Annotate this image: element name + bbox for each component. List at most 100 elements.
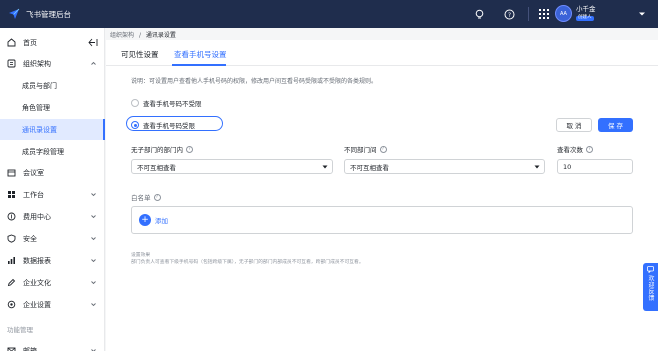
sidebar-item-roles[interactable]: 角色管理 <box>0 97 105 118</box>
whitelist-box: + 添加 <box>131 206 633 234</box>
sidebar-item-mail[interactable]: 邮箱 <box>0 340 105 351</box>
field-label-text: 白名单 <box>131 194 151 202</box>
chevron-down-icon <box>91 237 96 241</box>
add-label: 添加 <box>155 217 168 225</box>
plus-icon: + <box>139 214 151 226</box>
chevron-up-icon <box>91 61 96 65</box>
feishu-logo-icon <box>9 8 20 19</box>
chevron-down-icon <box>91 303 96 307</box>
radio-button <box>131 121 139 129</box>
user-role-badge: 创建人 <box>576 15 594 22</box>
cancel-button[interactable]: 取 消 <box>556 118 592 132</box>
field-label-text: 不同部门间 <box>344 146 377 154</box>
sidebar-item-label: 通讯录设置 <box>22 125 57 134</box>
caret-down-icon <box>534 165 540 169</box>
chevron-down-icon <box>91 259 96 263</box>
view-count-input[interactable]: 10 <box>557 159 633 174</box>
gear-icon <box>7 300 16 309</box>
lightbulb-icon[interactable] <box>472 7 486 21</box>
sidebar: 首页 组织架构 成员与部门 角色管理 通讯录设置 成员字段管理 会议室 工作台 … <box>0 28 105 351</box>
bar-chart-icon <box>7 256 16 265</box>
same-dept-select[interactable]: 不可互相查看 <box>131 159 333 174</box>
nav-group-label: 功能管理 <box>7 326 33 334</box>
field-label-text: 无子部门的部门内 <box>131 146 183 154</box>
radio-label: 查看手机号码受限 <box>143 122 195 130</box>
sidebar-item-culture[interactable]: 企业文化 <box>0 272 105 293</box>
question-icon[interactable]: ? <box>379 145 387 153</box>
sidebar-item-security[interactable]: 安全 <box>0 228 105 249</box>
sidebar-item-label: 首页 <box>23 38 37 47</box>
input-value: 10 <box>563 162 572 171</box>
diff-dept-label: 不同部门间 ? <box>344 144 387 154</box>
message-icon <box>647 266 654 273</box>
sidebar-item-label: 成员字段管理 <box>22 147 64 156</box>
sidebar-item-label: 组织架构 <box>23 59 51 68</box>
breadcrumb-current: 通讯录设置 <box>145 32 176 39</box>
collapse-sidebar-icon[interactable] <box>88 38 98 47</box>
radio-button <box>131 99 139 107</box>
sidebar-item-settings[interactable]: 企业设置 <box>0 294 105 315</box>
diff-dept-select[interactable]: 不可互相查看 <box>344 159 545 174</box>
add-whitelist-button[interactable]: + 添加 <box>139 214 168 226</box>
breadcrumb-separator: / <box>138 32 141 39</box>
question-icon[interactable]: ? <box>586 145 593 153</box>
whitelist-label: 白名单 ? <box>131 192 161 202</box>
view-count-label: 查看次数 ? <box>557 144 593 154</box>
sidebar-item-expense[interactable]: 费用中心 <box>0 206 105 227</box>
active-tab-indicator <box>172 64 226 66</box>
divider <box>528 7 529 21</box>
caret-down-icon <box>322 165 328 169</box>
radio-label: 查看手机号码不受限 <box>143 100 202 108</box>
sidebar-item-label: 成员与部门 <box>22 81 57 90</box>
sidebar-item-member-fields[interactable]: 成员字段管理 <box>0 141 105 162</box>
sidebar-item-members[interactable]: 成员与部门 <box>0 75 105 96</box>
field-label-text: 查看次数 <box>557 146 583 154</box>
caret-down-icon[interactable] <box>638 10 646 18</box>
user-name: 小千金 <box>576 4 596 13</box>
sidebar-item-label: 角色管理 <box>22 103 50 112</box>
question-icon[interactable]: ? <box>153 193 161 201</box>
sidebar-item-label: 工作台 <box>23 190 44 199</box>
main-panel: 可见性设置 查看手机号设置 说明：可设置用户查看他人手机号码的权限，修改用户间互… <box>106 40 658 351</box>
top-bar: 飞书管理后台 ? AA 小千金 创建人 <box>0 0 658 28</box>
description-text: 说明：可设置用户查看他人手机号码的权限，修改用户间互看号码受限或不受限的各类规则… <box>131 78 378 85</box>
chevron-down-icon <box>91 281 96 285</box>
sidebar-item-label: 邮箱 <box>23 346 37 351</box>
tab-visibility[interactable]: 可见性设置 <box>121 49 159 60</box>
sidebar-item-meeting[interactable]: 会议室 <box>0 162 105 183</box>
effect-title: 设置效果 <box>131 253 151 258</box>
sidebar-item-home[interactable]: 首页 <box>0 32 105 53</box>
sidebar-item-label: 费用中心 <box>23 212 51 221</box>
org-structure-icon <box>7 59 16 68</box>
select-value: 不可互相查看 <box>137 163 176 172</box>
sidebar-item-contacts-settings[interactable]: 通讯录设置 <box>0 119 105 140</box>
svg-text:?: ? <box>507 11 510 18</box>
effect-description: 部门负责人可查看下级手机号码（包括跨级下属），无子部门的部门内部成员不可互看，跨… <box>131 260 364 265</box>
sidebar-item-label: 安全 <box>23 234 37 243</box>
select-value: 不可互相查看 <box>350 163 389 172</box>
tab-phone-view[interactable]: 查看手机号设置 <box>174 49 227 60</box>
apps-grid-icon[interactable] <box>537 7 551 21</box>
question-icon[interactable]: ? <box>186 145 193 153</box>
shield-icon <box>7 234 16 243</box>
sidebar-item-label: 企业文化 <box>23 278 51 287</box>
home-icon <box>7 38 16 47</box>
radio-restricted[interactable]: 查看手机号码受限 <box>131 120 195 130</box>
sidebar-item-label: 企业设置 <box>23 300 51 309</box>
brand[interactable]: 飞书管理后台 <box>0 8 71 20</box>
app-title: 飞书管理后台 <box>26 9 71 19</box>
radio-unrestricted[interactable]: 查看手机号码不受限 <box>131 98 202 108</box>
sidebar-item-org[interactable]: 组织架构 <box>0 53 105 74</box>
mail-icon <box>7 346 16 351</box>
breadcrumb-parent[interactable]: 组织架构 <box>110 32 134 39</box>
user-menu[interactable]: AA 小千金 创建人 <box>555 5 596 22</box>
sidebar-item-workplace[interactable]: 工作台 <box>0 184 105 205</box>
help-icon[interactable]: ? <box>502 7 516 21</box>
feedback-button[interactable]: 欢迎反馈 <box>643 263 658 311</box>
pen-icon <box>7 278 16 287</box>
chevron-down-icon <box>91 349 96 351</box>
sidebar-item-label: 会议室 <box>23 168 44 177</box>
chevron-down-icon <box>91 193 96 197</box>
sidebar-item-reports[interactable]: 数据报表 <box>0 250 105 271</box>
save-button[interactable]: 保 存 <box>598 118 633 132</box>
